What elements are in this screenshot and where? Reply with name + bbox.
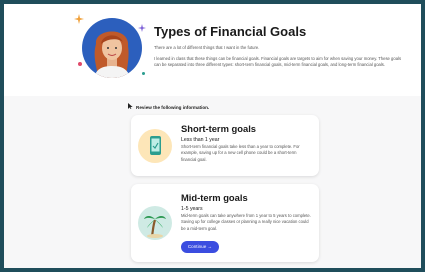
- review-label: Review the following information.: [128, 103, 209, 110]
- window-frame-right: [421, 0, 425, 272]
- avatar: [74, 14, 146, 78]
- card-subtitle: 1-5 years: [181, 206, 203, 212]
- window-frame-bottom: [0, 268, 425, 272]
- intro-text: There are a lot of different things that…: [154, 45, 404, 73]
- short-term-card: Short-term goals Less than 1 year Short-…: [131, 115, 319, 176]
- pointer-icon: [128, 103, 133, 110]
- intro-line-2: I learned in class that these things can…: [154, 56, 402, 67]
- mid-term-card: Mid-term goals 1-5 years Mid-term goals …: [131, 184, 319, 262]
- decor-dot: [78, 62, 82, 66]
- card-description: Mid-term goals can take anywhere from 1 …: [181, 213, 311, 231]
- page-title: Types of Financial Goals: [154, 24, 307, 39]
- phone-icon: [138, 129, 172, 163]
- review-text: Review the following information.: [136, 105, 210, 110]
- decor-dot: [142, 72, 145, 75]
- intro-line-1: There are a lot of different things that…: [154, 45, 260, 50]
- palm-tree-icon: [138, 206, 172, 240]
- avatar-circle: [82, 18, 142, 78]
- card-title: Short-term goals: [181, 123, 257, 134]
- continue-button[interactable]: Continue →: [181, 241, 219, 253]
- lesson-panel: Types of Financial Goals There are a lot…: [4, 4, 421, 268]
- card-title: Mid-term goals: [181, 192, 248, 203]
- sparkle-icon: [138, 24, 146, 32]
- sparkle-icon: [74, 14, 84, 24]
- card-subtitle: Less than 1 year: [181, 137, 220, 143]
- card-description: Short-term financial goals take less tha…: [181, 144, 300, 162]
- hero-section: Types of Financial Goals There are a lot…: [4, 4, 421, 96]
- avatar-illustration: [94, 31, 130, 78]
